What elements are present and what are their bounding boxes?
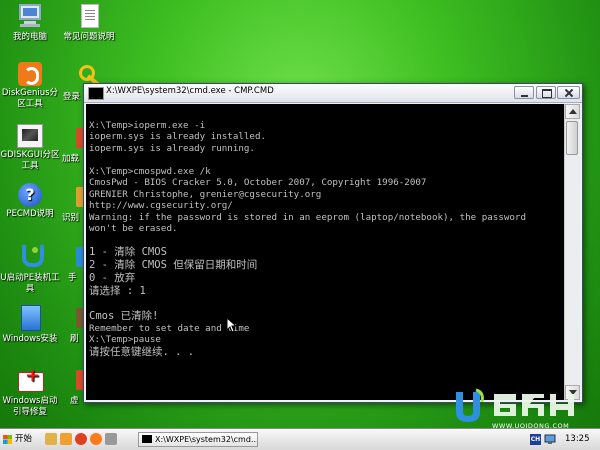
gdiskgui-icon bbox=[17, 124, 43, 148]
console-line: X:\Temp>ioperm.exe -i bbox=[89, 119, 206, 131]
media-icon[interactable] bbox=[75, 433, 87, 445]
window-titlebar[interactable]: X:\WXPE\system32\cmd.exe - CMP.CMD bbox=[84, 84, 582, 103]
uqidong-icon bbox=[18, 243, 44, 271]
uqidong-logo-icon bbox=[456, 388, 574, 422]
console-line: X:\Temp>cmospwd.exe /k bbox=[89, 165, 211, 177]
windows-install-icon bbox=[16, 304, 44, 332]
desktop-icon-my-computer[interactable]: 我的电脑 bbox=[0, 2, 61, 43]
scroll-thumb[interactable] bbox=[566, 121, 578, 155]
cmd-window[interactable]: X:\WXPE\system32\cmd.exe - CMP.CMD X:\Te… bbox=[83, 83, 583, 403]
help-icon: ? bbox=[18, 183, 42, 207]
console-line: 1 - 清除 CMOS bbox=[89, 246, 167, 258]
windows-logo-icon bbox=[3, 435, 12, 444]
vertical-scrollbar[interactable] bbox=[564, 104, 580, 400]
desktop: 我的电脑 DiskGenius分区工具 GDISKGUI分区工具 ? PECMD… bbox=[0, 0, 600, 450]
language-indicator[interactable]: CH bbox=[530, 434, 541, 445]
console-line: 2 - 清除 CMOS 但保留日期和时间 bbox=[89, 259, 258, 271]
folder-icon[interactable] bbox=[45, 433, 57, 445]
mouse-cursor-icon bbox=[226, 317, 238, 333]
minimize-button[interactable] bbox=[514, 86, 534, 99]
start-button[interactable]: 开始 bbox=[2, 432, 38, 447]
eraser-icon[interactable] bbox=[105, 433, 117, 445]
console-line: won't be erased. bbox=[89, 223, 178, 234]
taskbar: 开始 X:\WXPE\system32\cmd.... CH 13:25 bbox=[0, 429, 600, 450]
uqidong-logo: WWW.UQIDONG.COM bbox=[446, 386, 586, 432]
computer-icon bbox=[16, 2, 44, 30]
tool-icon[interactable] bbox=[60, 433, 72, 445]
cmd-icon bbox=[88, 87, 104, 100]
console-line: ioperm.sys is already installed. bbox=[89, 131, 267, 142]
console-line: 请选择 : 1 bbox=[89, 285, 146, 297]
desktop-icon-label: 我的电脑 bbox=[12, 32, 47, 42]
console-output[interactable]: X:\Temp>ioperm.exe -i ioperm.sys is alre… bbox=[86, 104, 564, 400]
console-line: GRENIER Christophe, grenier@cgsecurity.o… bbox=[89, 188, 322, 200]
document-icon bbox=[75, 2, 103, 30]
window-title: X:\WXPE\system32\cmd.exe - CMP.CMD bbox=[106, 86, 274, 96]
console-line: ioperm.sys is already running. bbox=[89, 142, 255, 154]
console-line: Cmos 已清除! bbox=[89, 309, 159, 322]
console-line: 请按任意键继续. . . bbox=[89, 345, 195, 358]
console-line: Warning: if the password is stored in an… bbox=[89, 211, 526, 223]
console-line: CmosPwd - BIOS Cracker 5.0, October 2007… bbox=[89, 177, 427, 188]
console-line: http://www.cgsecurity.org/ bbox=[89, 200, 233, 211]
close-button[interactable] bbox=[557, 86, 580, 99]
maximize-button[interactable] bbox=[536, 86, 556, 99]
diskgenius-icon bbox=[18, 62, 42, 86]
desktop-icon-faq[interactable]: 常见问题说明 bbox=[58, 2, 120, 43]
console-line: X:\Temp>pause bbox=[89, 334, 161, 345]
console-line: 0 - 放弃 bbox=[89, 272, 136, 284]
repair-kit-icon bbox=[16, 366, 44, 394]
clock[interactable]: 13:25 bbox=[565, 433, 590, 446]
taskbar-item-label: X:\WXPE\system32\cmd.... bbox=[155, 435, 258, 444]
console-line: Remember to set date and time bbox=[89, 322, 250, 334]
start-label: 开始 bbox=[15, 434, 33, 444]
browser-icon[interactable] bbox=[90, 433, 102, 445]
scroll-up-button[interactable] bbox=[565, 104, 580, 119]
cmd-icon bbox=[142, 435, 152, 443]
desktop-icon-label: 常见问题说明 bbox=[63, 32, 115, 42]
system-tray: CH 13:25 bbox=[530, 431, 600, 448]
taskbar-item-cmd[interactable]: X:\WXPE\system32\cmd.... bbox=[138, 432, 258, 447]
network-icon[interactable] bbox=[544, 434, 556, 445]
